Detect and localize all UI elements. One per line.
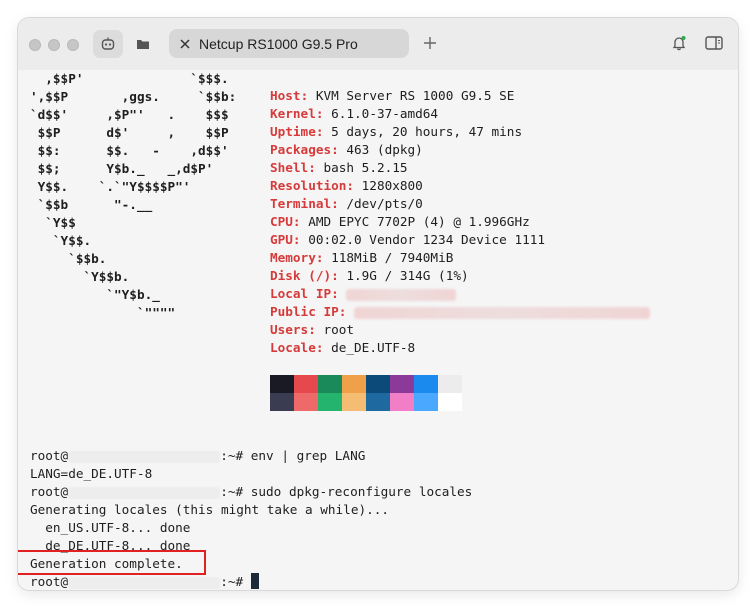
sysinfo-terminal: Terminal: /dev/pts/0 bbox=[270, 196, 423, 211]
window-zoom-button[interactable] bbox=[67, 39, 79, 51]
sysinfo-host: Host: KVM Server RS 1000 G9.5 SE bbox=[270, 88, 515, 103]
sysinfo-disk: Disk (/): 1.9G / 314G (1%) bbox=[270, 268, 469, 283]
logo-line: $$P d$' , $$P bbox=[30, 125, 229, 140]
palette-swatch bbox=[294, 375, 318, 393]
notifications-button[interactable] bbox=[667, 31, 691, 55]
bell-icon bbox=[672, 36, 686, 51]
palette-swatch bbox=[438, 393, 462, 411]
tab-title: Netcup RS1000 G9.5 Pro bbox=[199, 35, 358, 52]
sftp-button[interactable] bbox=[128, 30, 158, 58]
sysinfo-kernel: Kernel: 6.1.0-37-amd64 bbox=[270, 106, 439, 121]
logo-line: Y$$. `.`"Y$$$$P"' bbox=[30, 179, 191, 194]
sysinfo-local-ip: Local IP: bbox=[270, 285, 457, 303]
logo-line: `"""" bbox=[30, 305, 176, 320]
palette-swatch bbox=[342, 375, 366, 393]
redacted-hostname bbox=[68, 576, 221, 589]
logo-line: $$; Y$b._ _,d$P' bbox=[30, 161, 214, 176]
sidebar-toggle-icon bbox=[705, 36, 723, 50]
palette-swatch bbox=[294, 393, 318, 411]
palette-swatch bbox=[342, 393, 366, 411]
sysinfo-cpu: CPU: AMD EPYC 7702P (4) @ 1.996GHz bbox=[270, 214, 530, 229]
logo-line: `Y$$b. bbox=[30, 269, 130, 284]
title-bar: Netcup RS1000 G9.5 Pro bbox=[18, 18, 738, 70]
plus-icon bbox=[424, 37, 436, 49]
sysinfo-memory: Memory: 118MiB / 7940MiB bbox=[270, 250, 454, 265]
sysinfo-shell: Shell: bash 5.2.15 bbox=[270, 160, 408, 175]
terminal-body[interactable]: ,$$P' `$$$. ',$$P ,ggs. `$$b: `d$$' ,$P"… bbox=[18, 70, 738, 590]
sysinfo-uptime: Uptime: 5 days, 20 hours, 47 mins bbox=[270, 124, 523, 139]
palette-swatch bbox=[270, 375, 294, 393]
logo-line: `$$b. bbox=[30, 251, 107, 266]
prompt-line: root@:~# env | grep LANG bbox=[30, 448, 366, 463]
logo-line: ',$$P ,ggs. `$$b: bbox=[30, 89, 237, 104]
palette-row-bright bbox=[270, 393, 462, 411]
window-close-button[interactable] bbox=[29, 39, 41, 51]
close-icon[interactable] bbox=[171, 29, 199, 58]
palette-swatch bbox=[414, 393, 438, 411]
logo-line: `Y$$ bbox=[30, 215, 76, 230]
sysinfo-packages: Packages: 463 (dpkg) bbox=[270, 142, 423, 157]
sysinfo-resolution: Resolution: 1280x800 bbox=[270, 178, 423, 193]
palette-swatch bbox=[366, 393, 390, 411]
logo-line: ,$$P' `$$$. bbox=[30, 71, 229, 86]
prompt-line-current[interactable]: root@:~# bbox=[30, 573, 259, 590]
ai-assistant-button[interactable] bbox=[93, 30, 123, 58]
window-minimize-button[interactable] bbox=[48, 39, 60, 51]
logo-line: `d$$' ,$P"' . $$$ bbox=[30, 107, 229, 122]
redacted-hostname bbox=[68, 486, 221, 499]
output-line: en_US.UTF-8... done bbox=[30, 520, 191, 535]
palette-swatch bbox=[390, 375, 414, 393]
palette-swatch bbox=[438, 375, 462, 393]
palette-swatch bbox=[390, 393, 414, 411]
sidebar-toggle-button[interactable] bbox=[702, 31, 726, 55]
logo-line: `"Y$b._ bbox=[30, 287, 160, 302]
robot-icon bbox=[101, 37, 115, 50]
terminal-window: Netcup RS1000 G9.5 Pro ,$$P' `$$$. ',$$P… bbox=[18, 18, 738, 590]
tab-netcup[interactable]: Netcup RS1000 G9.5 Pro bbox=[169, 29, 409, 58]
sysinfo-public-ip: Public IP: bbox=[270, 303, 651, 321]
output-line: Generating locales (this might take a wh… bbox=[30, 502, 390, 517]
palette-row-normal bbox=[270, 375, 462, 393]
palette-swatch bbox=[270, 393, 294, 411]
palette-swatch bbox=[366, 375, 390, 393]
logo-line: $$: $$. - ,d$$' bbox=[30, 143, 229, 158]
prompt-line: root@:~# sudo dpkg-reconfigure locales bbox=[30, 484, 473, 499]
logo-line: `Y$$. bbox=[30, 233, 92, 248]
palette-swatch bbox=[318, 375, 342, 393]
redacted-local-ip bbox=[346, 288, 457, 301]
palette-swatch bbox=[318, 393, 342, 411]
folder-icon bbox=[137, 40, 149, 49]
new-tab-button[interactable] bbox=[418, 31, 442, 55]
logo-line: `$$b "-.__ bbox=[30, 197, 153, 212]
palette-swatch bbox=[414, 375, 438, 393]
sysinfo-gpu: GPU: 00:02.0 Vendor 1234 Device 1111 bbox=[270, 232, 545, 247]
highlight-box bbox=[18, 550, 206, 575]
sysinfo-locale: Locale: de_DE.UTF-8 bbox=[270, 340, 416, 355]
terminal-cursor bbox=[250, 573, 259, 589]
redacted-hostname bbox=[68, 450, 221, 463]
redacted-public-ip bbox=[354, 306, 651, 319]
output-line: LANG=de_DE.UTF-8 bbox=[30, 466, 153, 481]
sysinfo-users: Users: root bbox=[270, 322, 355, 337]
color-palette bbox=[270, 375, 462, 411]
